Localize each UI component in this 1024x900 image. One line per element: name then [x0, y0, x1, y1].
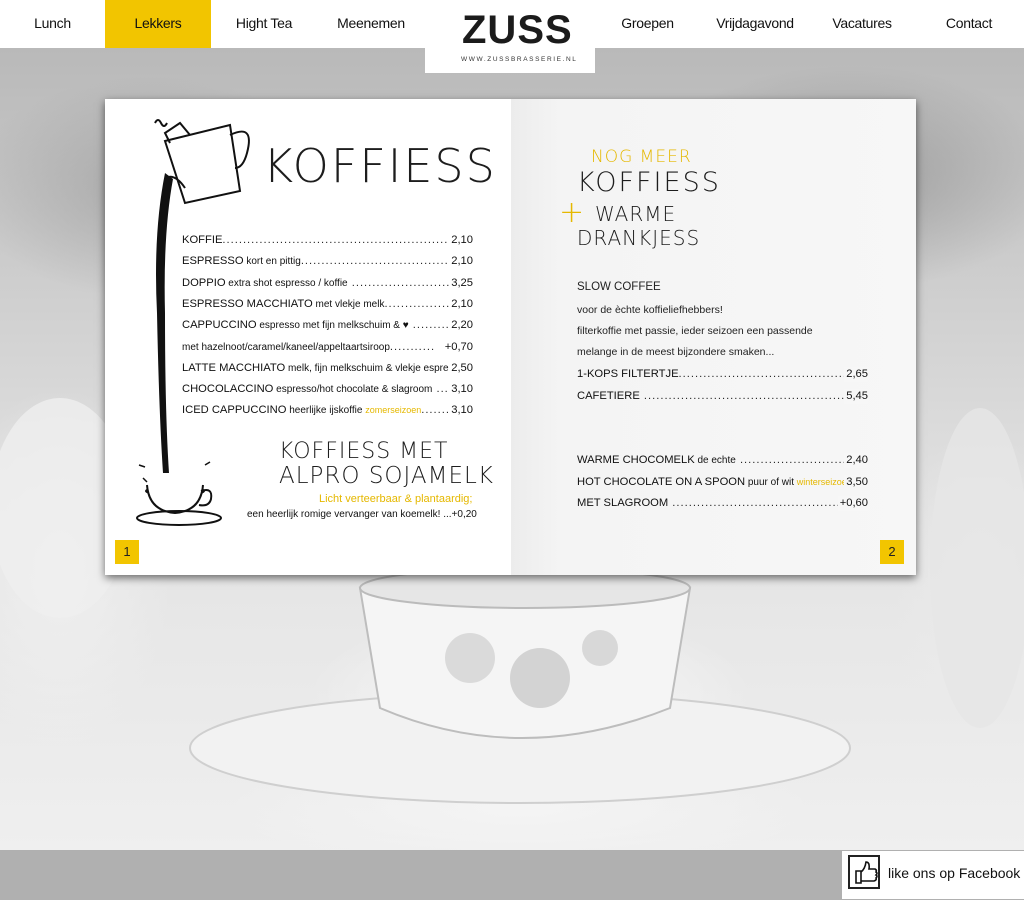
menu-item-description: kort en pittig	[243, 256, 301, 268]
menu-item-dots: .........	[408, 319, 450, 332]
menu-item-dots: ...	[432, 383, 449, 396]
facebook-like-button[interactable]: like ons op Facebook	[842, 851, 1024, 899]
menu-item-description: espresso/hot chocolate & slagroom	[273, 384, 433, 396]
nav-vrijdagavond[interactable]: Vrijdagavond	[700, 0, 810, 48]
plus-icon: +	[559, 195, 585, 230]
menu-item-price: 3,25	[449, 275, 473, 291]
menu-item: CAFETIERE ..............................…	[577, 388, 868, 404]
menu-item: 1-KOPS FILTERTJE........................…	[577, 367, 868, 382]
koffiess-title: KOFFIESS	[263, 139, 497, 193]
menu-item-price: 2,65	[844, 367, 868, 382]
menu-item-price: 2,10	[449, 254, 473, 270]
menu-item-name: ESPRESSO	[182, 255, 244, 268]
logo[interactable]: ZUSS WWW.ZUSSBRASSERIE.NL	[425, 0, 595, 73]
page-number-1[interactable]: 1	[115, 540, 139, 564]
slow-line-3: melange in de meest bijzondere smaken...	[577, 346, 775, 358]
page-number-2[interactable]: 2	[880, 540, 904, 564]
menu-item: ESPRESSO MACCHIATO met vlekje melk......…	[182, 296, 473, 312]
menu-item: met hazelnoot/caramel/kaneel/appeltaarts…	[182, 339, 473, 355]
menu-item: HOT CHOCOLATE ON A SPOON puur of wit win…	[577, 474, 868, 490]
menu-item-name: WARME CHOCOMELK	[577, 454, 695, 466]
menu-item-price: 5,45	[844, 388, 868, 404]
menu-item-name: CHOCOLACCINO	[182, 383, 274, 396]
menu-item: MET SLAGROOM ...........................…	[577, 496, 868, 511]
soja-line: een heerlijk romige vervanger van koemel…	[247, 509, 477, 520]
menu-item-price: 3,10	[449, 382, 473, 398]
soja-subtitle: Licht verteerbaar & plantaardig;	[319, 493, 473, 505]
menu-item-description: met hazelnoot/caramel/kaneel/appeltaarts…	[182, 341, 390, 353]
menu-item-name: CAPPUCCINO	[182, 319, 257, 332]
menu-item: CHOCOLACCINO espresso/hot chocolate & sl…	[182, 382, 473, 398]
logo-url: WWW.ZUSSBRASSERIE.NL	[461, 56, 578, 63]
nav-contact[interactable]: Contact	[914, 0, 1024, 48]
menu-item: LATTE MACCHIATO melk, fijn melkschuim & …	[182, 360, 473, 376]
menu-item-name: CAFETIERE	[577, 389, 640, 402]
menu-item-dots: ........................................…	[222, 234, 473, 246]
heading-warme: WARME	[595, 202, 677, 226]
menu-item-price: 3,50	[844, 474, 868, 490]
slow-coffee-title: SLOW COFFEE	[577, 281, 661, 293]
menu-item: KOFFIE..................................…	[182, 233, 473, 248]
menu-item-name: ESPRESSO MACCHIATO	[182, 297, 313, 310]
menu-item-name: MET SLAGROOM	[577, 497, 669, 509]
nav-hight-tea[interactable]: Hight Tea	[211, 0, 317, 48]
menu-item: DOPPIO extra shot espresso / koffie ....…	[182, 275, 473, 291]
menu-item-season: zomerseizoen	[365, 405, 422, 416]
heading-drankjess: DRANKJESS	[577, 226, 701, 250]
menu-item-name: HOT CHOCOLATE ON A SPOON	[577, 475, 746, 488]
menu-item-price: 2,10	[449, 233, 473, 248]
soja-title-line-2: ALPRO SOJAMELK	[279, 463, 494, 489]
nav-lunch[interactable]: Lunch	[0, 0, 105, 48]
menu-item-price: +0,70	[442, 339, 473, 355]
heading-koffiess: KOFFIESS	[577, 167, 721, 198]
logo-text: ZUSS	[462, 8, 573, 52]
facebook-label: like ons op Facebook	[888, 865, 1021, 881]
menu-item-price: 2,40	[844, 453, 868, 468]
menu-item-dots: ........................................…	[300, 255, 470, 268]
menu-item: ESPRESSO kort en pittig.................…	[182, 254, 473, 270]
nav-lekkers[interactable]: Lekkers	[105, 0, 211, 48]
menu-item: ICED CAPPUCCINO heerlijke ijskoffie zome…	[182, 403, 473, 419]
menu-item-price: +0,60	[837, 496, 868, 511]
menu-item-name: ICED CAPPUCCINO	[182, 404, 287, 417]
menu-page-left: KOFFIESS KOFFIE.........................…	[105, 99, 511, 575]
menu-item-dots: ........................................…	[639, 389, 868, 402]
menu-item: CAPPUCCINO espresso met fijn melkschuim …	[182, 318, 473, 334]
thumbs-up-icon	[848, 855, 880, 889]
menu-item-description: met vlekje melk	[312, 298, 385, 310]
nav-meenemen[interactable]: Meenemen	[317, 0, 425, 48]
menu-book: KOFFIESS KOFFIE.........................…	[105, 99, 916, 575]
menu-item-dots: ...........	[389, 340, 436, 353]
menu-item-description: heerlijke ijskoffie	[286, 405, 366, 417]
soja-title-line-1: KOFFIESS MET	[279, 439, 449, 464]
menu-item-name: LATTE MACCHIATO	[182, 361, 286, 374]
menu-item-name: DOPPIO	[182, 276, 226, 289]
menu-item-name: KOFFIE	[182, 234, 223, 246]
menu-item-price: 2,20	[449, 318, 473, 334]
heading-nog-meer: NOG MEER	[591, 147, 692, 167]
menu-item: WARME CHOCOMELK de echte ...............…	[577, 453, 868, 468]
menu-item-description: puur of wit	[745, 476, 797, 488]
menu-item-dots: ........................................…	[678, 368, 868, 380]
menu-item-description: de echte	[694, 455, 736, 466]
menu-item-price: 2,50	[449, 360, 473, 376]
nav-groepen[interactable]: Groepen	[595, 0, 700, 48]
menu-item-description: melk, fijn melkschuim & vlekje espresso	[285, 362, 465, 374]
menu-item-price: 2,10	[449, 296, 473, 312]
menu-item-description: extra shot espresso / koffie	[225, 277, 348, 289]
slow-line-1: voor de èchte koffieliefhebbers!	[577, 304, 723, 316]
menu-item-name: 1-KOPS FILTERTJE	[577, 368, 679, 380]
menu-item-price: 3,10	[449, 403, 473, 419]
menu-item-description: espresso met fijn melkschuim & ♥	[256, 320, 409, 332]
slow-line-2: filterkoffie met passie, ieder seizoen e…	[577, 325, 813, 337]
nav-vacatures[interactable]: Vacatures	[810, 0, 914, 48]
